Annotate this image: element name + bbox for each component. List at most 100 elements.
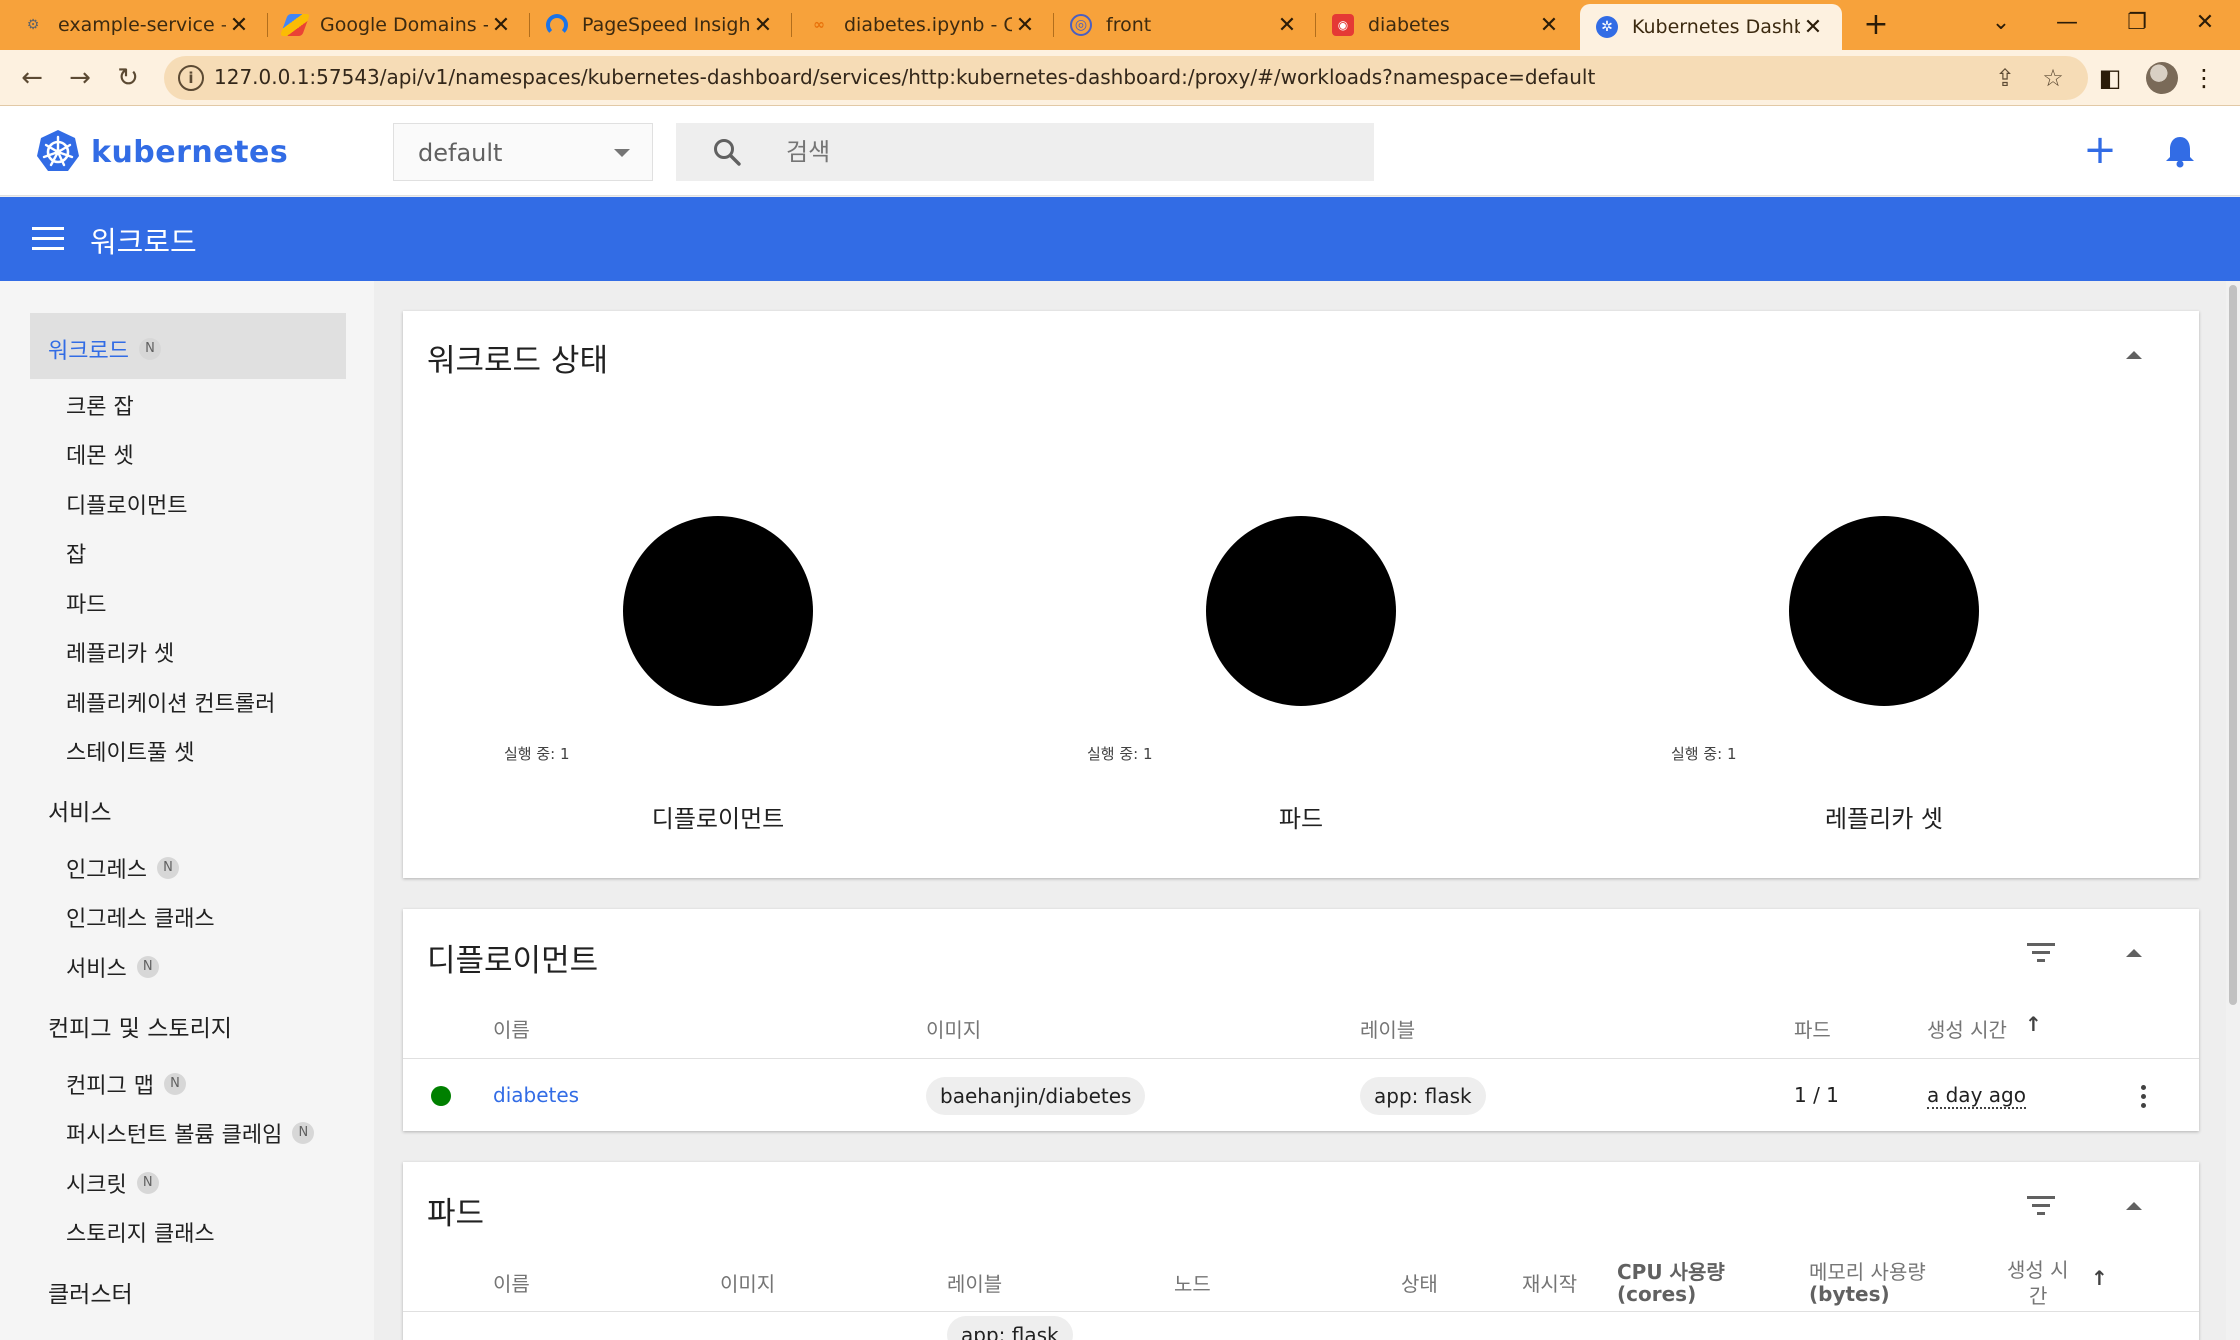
column-header-pods: 파드 bbox=[1794, 1018, 1831, 1042]
chart-label[interactable]: 디플로이먼트 bbox=[568, 799, 868, 834]
reload-icon[interactable]: ↻ bbox=[108, 58, 148, 98]
column-header-name[interactable]: 이름 bbox=[493, 1014, 530, 1043]
browser-tab[interactable]: ◉ diabetes ✕ bbox=[1316, 4, 1578, 46]
pods-count: 1 / 1 bbox=[1794, 1083, 1839, 1107]
new-tab-button[interactable]: + bbox=[1856, 6, 1896, 44]
column-header-labels: 레이블 bbox=[1360, 1018, 1416, 1042]
sidebar-nav: 워크로드 N 크론 잡 데몬 셋 디플로이먼트 잡 파드 레플리카 셋 레플리케… bbox=[0, 281, 374, 1340]
created-time: a day ago bbox=[1927, 1083, 2026, 1109]
filter-icon[interactable] bbox=[2027, 943, 2055, 963]
browser-menu-icon[interactable]: ⋮ bbox=[2186, 60, 2222, 96]
sidebar-item-deployments[interactable]: 디플로이먼트 bbox=[66, 488, 187, 520]
sidebar-item-secrets[interactable]: 시크릿 N bbox=[66, 1167, 159, 1199]
sidebar-item-services[interactable]: 서비스 N bbox=[66, 951, 159, 983]
column-header-images: 이미지 bbox=[720, 1272, 776, 1296]
label-chip: app: flask bbox=[1360, 1077, 1486, 1115]
card-title: 파드 bbox=[427, 1196, 485, 1232]
sort-ascending-icon[interactable]: ↑ bbox=[2025, 1012, 2042, 1036]
notifications-bell-icon[interactable] bbox=[2162, 133, 2198, 169]
share-icon[interactable]: ⇪ bbox=[1990, 64, 2020, 94]
browser-tab[interactable]: PageSpeed Insights ✕ bbox=[530, 4, 792, 46]
close-tab-icon[interactable]: ✕ bbox=[488, 13, 514, 38]
sidebar-item-jobs[interactable]: 잡 bbox=[66, 537, 86, 569]
card-title: 디플로이먼트 bbox=[427, 943, 599, 979]
google-domains-icon bbox=[279, 14, 311, 36]
column-header-created[interactable]: 생성 시 bbox=[2007, 1254, 2069, 1283]
sidebar-item-storage-classes[interactable]: 스토리지 클래스 bbox=[66, 1216, 215, 1248]
close-tab-icon[interactable]: ✕ bbox=[1274, 13, 1300, 38]
side-panel-icon[interactable]: ◧ bbox=[2092, 60, 2128, 96]
collapse-icon[interactable] bbox=[2126, 351, 2142, 359]
sidebar-item-workloads[interactable]: 워크로드 N bbox=[48, 333, 161, 365]
sidebar-item-replication-controllers[interactable]: 레플리케이션 컨트롤러 bbox=[66, 686, 275, 718]
status-chart-replicasets bbox=[1789, 516, 1979, 706]
deployment-name-link[interactable]: diabetes bbox=[493, 1083, 579, 1107]
sidebar-item-statefulsets[interactable]: 스테이트풀 셋 bbox=[66, 735, 194, 767]
sidebar-item-cronjobs[interactable]: 크론 잡 bbox=[66, 389, 134, 421]
sidebar-item-configmaps[interactable]: 컨피그 맵 N bbox=[66, 1068, 186, 1100]
restore-button[interactable]: ❐ bbox=[2102, 0, 2172, 48]
label-chip: app: flask bbox=[947, 1316, 1073, 1340]
browser-tab[interactable]: ◎ front ✕ bbox=[1054, 4, 1316, 46]
create-resource-button[interactable]: + bbox=[2080, 130, 2120, 171]
collapse-icon[interactable] bbox=[2126, 1202, 2142, 1210]
search-box bbox=[676, 123, 1374, 181]
chart-label[interactable]: 레플리카 셋 bbox=[1734, 799, 2034, 834]
column-header-labels: 레이블 bbox=[947, 1272, 1003, 1296]
search-icon bbox=[714, 139, 741, 166]
back-icon[interactable]: ← bbox=[12, 58, 52, 98]
brand-name[interactable]: kubernetes bbox=[91, 135, 288, 170]
close-tab-icon[interactable]: ✕ bbox=[1536, 13, 1562, 38]
sidebar-item-ingresses[interactable]: 인그레스 N bbox=[66, 852, 179, 884]
globe-icon: ◎ bbox=[1070, 14, 1092, 36]
menu-hamburger-icon[interactable] bbox=[32, 227, 64, 251]
address-bar[interactable]: i 127.0.0.1:57543/api/v1/namespaces/kube… bbox=[164, 56, 2088, 100]
filter-icon[interactable] bbox=[2027, 1196, 2055, 1216]
sidebar-item-daemonsets[interactable]: 데몬 셋 bbox=[66, 438, 134, 470]
search-input[interactable] bbox=[786, 133, 1346, 171]
browser-tab[interactable]: ∞ diabetes.ipynb - Col ✕ bbox=[792, 4, 1054, 46]
profile-avatar[interactable] bbox=[2146, 62, 2178, 94]
kubernetes-logo-icon[interactable] bbox=[36, 129, 80, 173]
sort-ascending-icon[interactable]: ↑ bbox=[2091, 1266, 2108, 1290]
sidebar-item-pvcs[interactable]: 퍼시스턴트 볼륨 클레임 N bbox=[66, 1117, 315, 1149]
column-header-memory: 메모리 사용량 bbox=[1809, 1260, 1926, 1284]
tab-search-icon[interactable]: ⌄ bbox=[1966, 0, 2036, 48]
kubernetes-icon: ✲ bbox=[1596, 16, 1618, 38]
sidebar-section-services[interactable]: 서비스 bbox=[48, 793, 111, 827]
sidebar-section-cluster[interactable]: 클러스터 bbox=[48, 1275, 133, 1309]
forward-icon[interactable]: → bbox=[60, 58, 100, 98]
sidebar-item-replicasets[interactable]: 레플리카 셋 bbox=[66, 636, 174, 668]
column-header-memory-unit: (bytes) bbox=[1809, 1282, 1890, 1306]
namespace-value: default bbox=[418, 139, 503, 167]
namespace-select[interactable]: default bbox=[393, 123, 653, 181]
column-header-status[interactable]: 상태 bbox=[1401, 1268, 1438, 1297]
column-header-name[interactable]: 이름 bbox=[493, 1268, 530, 1297]
close-tab-icon[interactable]: ✕ bbox=[750, 13, 776, 38]
site-info-icon[interactable]: i bbox=[178, 65, 204, 91]
page-title: 워크로드 bbox=[90, 225, 197, 259]
sidebar-item-pods[interactable]: 파드 bbox=[66, 587, 106, 619]
column-header-restarts: 재시작 bbox=[1522, 1272, 1578, 1296]
collapse-icon[interactable] bbox=[2126, 949, 2142, 957]
status-running-icon bbox=[431, 1086, 451, 1106]
column-header-node[interactable]: 노드 bbox=[1174, 1268, 1211, 1297]
close-tab-icon[interactable]: ✕ bbox=[226, 13, 252, 38]
column-header-cpu: CPU 사용량 bbox=[1617, 1260, 1725, 1284]
column-header-created[interactable]: 생성 시간 bbox=[1927, 1014, 2007, 1043]
minimize-button[interactable]: — bbox=[2032, 0, 2102, 48]
browser-tab[interactable]: Google Domains - S ✕ bbox=[268, 4, 530, 46]
address-url: 127.0.0.1:57543/api/v1/namespaces/kubern… bbox=[214, 65, 1596, 89]
chart-label[interactable]: 파드 bbox=[1151, 799, 1451, 834]
row-actions-menu-icon[interactable] bbox=[2141, 1085, 2147, 1112]
bookmark-star-icon[interactable]: ☆ bbox=[2038, 64, 2068, 94]
browser-tab[interactable]: ⚙ example-service – A ✕ bbox=[6, 4, 268, 46]
close-tab-icon[interactable]: ✕ bbox=[1012, 13, 1038, 38]
sidebar-section-config-storage[interactable]: 컨피그 및 스토리지 bbox=[48, 1009, 232, 1043]
scrollbar-thumb[interactable] bbox=[2229, 285, 2237, 1005]
close-tab-icon[interactable]: ✕ bbox=[1800, 15, 1826, 40]
content-scrollbar[interactable] bbox=[2226, 281, 2240, 1340]
browser-tab-active[interactable]: ✲ Kubernetes Dashbo ✕ bbox=[1580, 4, 1842, 50]
close-window-button[interactable]: ✕ bbox=[2170, 0, 2240, 48]
sidebar-item-ingress-classes[interactable]: 인그레스 클래스 bbox=[66, 901, 215, 933]
